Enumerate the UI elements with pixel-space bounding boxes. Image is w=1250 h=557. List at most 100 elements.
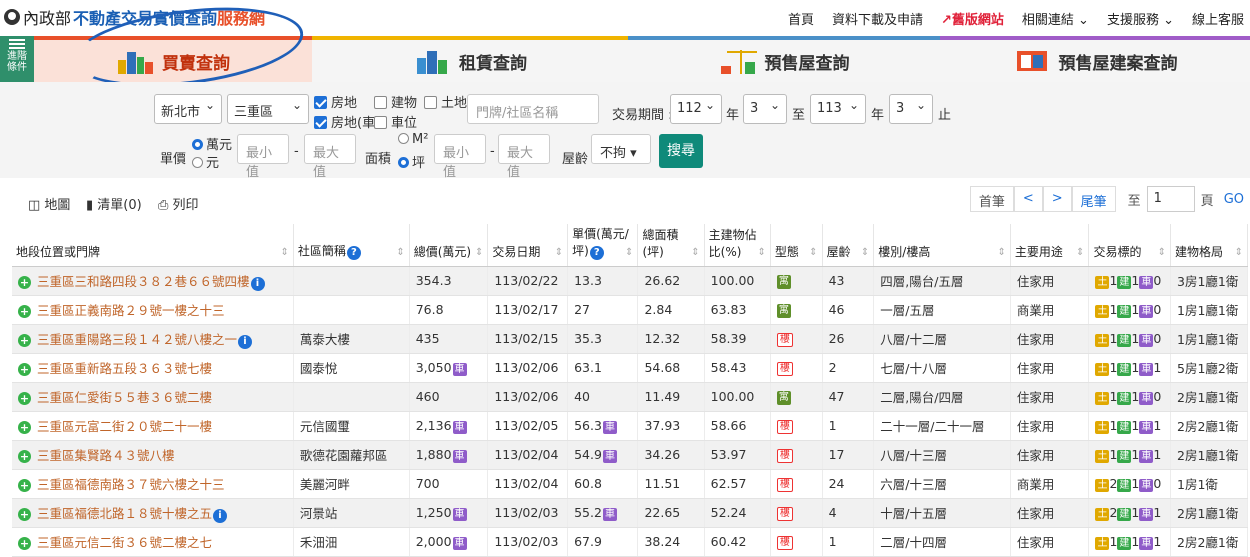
column-header[interactable]: 交易日期 ⇕ <box>487 224 569 267</box>
nav-download[interactable]: 資料下載及申請 <box>832 9 923 28</box>
sort-icon[interactable]: ⇕ <box>625 247 633 258</box>
info-icon[interactable]: i <box>213 508 228 523</box>
chk-parking[interactable]: 車位 <box>374 112 417 131</box>
column-header[interactable]: 屋齡 ⇕ <box>822 224 875 267</box>
chk-house-car[interactable]: 房地(車) <box>314 112 380 131</box>
expand-icon[interactable]: + <box>18 305 31 318</box>
radio-wan[interactable]: 萬元 <box>192 134 232 153</box>
table-row[interactable]: + 三重區元富二街２０號二十一樓 元信國璽 2,136 車 113/02/05 56.3 車 3… <box>12 411 1248 441</box>
sort-icon[interactable]: ⇕ <box>475 247 483 258</box>
table-row[interactable]: + 三重區集賢路４３號八樓 歌德花園蘿邦區 1,880 車 113/02/04 54.9 車 3… <box>12 440 1248 470</box>
price-max-input[interactable]: 最大值 <box>304 134 356 180</box>
sort-icon[interactable]: ⇕ <box>691 247 699 258</box>
expand-icon[interactable]: + <box>18 450 31 463</box>
address-input[interactable]: 門牌/社區名稱 <box>467 94 599 124</box>
sort-icon[interactable]: ⇕ <box>757 247 765 258</box>
column-header[interactable]: 總價(萬元) ⇕ <box>409 224 489 267</box>
expand-icon[interactable]: + <box>18 507 31 521</box>
first-page-button[interactable]: 首筆 <box>969 186 1014 212</box>
help-icon[interactable]: ? <box>346 245 361 260</box>
column-header[interactable]: 交易標的 ⇕ <box>1088 224 1172 267</box>
chk-land[interactable]: 土地 <box>424 92 467 111</box>
search-button[interactable]: 搜尋 <box>659 134 703 168</box>
nav-old-site[interactable]: ↗舊版網站 <box>941 9 1004 28</box>
print-button[interactable]: ⎙ 列印 <box>158 194 199 213</box>
expand-icon[interactable]: + <box>18 537 31 550</box>
address-text[interactable]: 三重區福德南路３７號六樓之十三 <box>37 477 225 492</box>
sort-icon[interactable]: ⇕ <box>997 247 1005 258</box>
tab-presale[interactable]: 預售屋查詢 <box>628 36 940 82</box>
radio-m2[interactable]: M² <box>398 132 428 147</box>
tab-rent[interactable]: 租賃查詢 <box>312 36 628 82</box>
expand-icon[interactable]: + <box>18 275 31 289</box>
nav-support[interactable]: 支援服務 ⌄ <box>1107 9 1174 28</box>
area-min-input[interactable]: 最小值 <box>434 134 486 180</box>
address-cell[interactable]: + 三重區福德北路１８號十樓之五 i <box>12 498 294 528</box>
address-cell[interactable]: + 三重區三和路四段３８２巷６６號四樓 i <box>12 266 294 296</box>
address-text[interactable]: 三重區三和路四段３８２巷６６號四樓 <box>37 274 250 289</box>
table-row[interactable]: + 三重區正義南路２９號一樓之十三 76.8 113/02/17 27 2.84 63.83… <box>12 295 1248 325</box>
sort-icon[interactable]: ⇕ <box>1158 247 1166 258</box>
page-input[interactable]: 1 <box>1146 186 1195 212</box>
address-cell[interactable]: + 三重區元富二街２０號二十一樓 <box>12 411 294 441</box>
expand-icon[interactable]: + <box>18 333 31 347</box>
district-select[interactable]: 三重區 <box>227 94 309 124</box>
city-select[interactable]: 新北市 <box>154 94 222 124</box>
address-cell[interactable]: + 三重區重陽路三段１４２號八樓之一 i <box>12 324 294 354</box>
chk-building[interactable]: 建物 <box>374 92 417 111</box>
column-header[interactable]: 主要用途 ⇕ <box>1010 224 1090 267</box>
advanced-filter-toggle[interactable]: 進階 條件 <box>0 36 34 82</box>
expand-icon[interactable]: + <box>18 392 31 405</box>
month-to-select[interactable]: 3 <box>889 94 933 124</box>
info-icon[interactable]: i <box>238 334 253 349</box>
nav-links[interactable]: 相關連結 ⌄ <box>1022 9 1089 28</box>
age-select[interactable]: 不拘 ▾ <box>591 134 651 164</box>
column-header[interactable]: 單價(萬元/坪)? ⇕ <box>567 224 639 267</box>
expand-icon[interactable]: + <box>18 363 31 376</box>
sort-icon[interactable]: ⇕ <box>1076 247 1084 258</box>
table-row[interactable]: + 三重區三和路四段３８２巷６６號四樓 i 354.3 113/02/22 13.3 26.… <box>12 266 1248 296</box>
table-row[interactable]: + 三重區福德北路１８號十樓之五 i 河景站 1,250 車 113/02/03 55.2 車 2… <box>12 498 1248 528</box>
address-cell[interactable]: + 三重區仁愛街５５巷３６號二樓 <box>12 382 294 412</box>
expand-icon[interactable]: + <box>18 479 31 492</box>
tab-presale-project[interactable]: 預售屋建案查詢 <box>940 36 1250 82</box>
year-from-select[interactable]: 112 <box>670 94 722 124</box>
help-icon[interactable]: ? <box>589 245 604 260</box>
address-text[interactable]: 三重區正義南路２９號一樓之十三 <box>37 303 225 318</box>
address-cell[interactable]: + 三重區福德南路３７號六樓之十三 <box>12 469 294 499</box>
address-text[interactable]: 三重區仁愛街５５巷３６號二樓 <box>37 390 212 405</box>
price-min-input[interactable]: 最小值 <box>237 134 289 180</box>
column-header[interactable]: 地段位置或門牌 ⇕ <box>12 224 294 267</box>
table-row[interactable]: + 三重區福德南路３７號六樓之十三 美麗河畔 700 113/02/04 60.8 11.5… <box>12 469 1248 499</box>
go-button[interactable]: GO <box>1224 192 1244 207</box>
table-row[interactable]: + 三重區仁愛街５５巷３６號二樓 460 113/02/06 40 11.49 100.00… <box>12 382 1248 412</box>
expand-icon[interactable]: + <box>18 421 31 434</box>
column-header[interactable]: 建物格局 ⇕ <box>1170 224 1248 267</box>
sort-icon[interactable]: ⇕ <box>809 247 817 258</box>
table-row[interactable]: + 三重區元信二街３６號二樓之七 禾沺沺 2,000 車 113/02/03 67.9 38.… <box>12 527 1248 557</box>
column-header[interactable]: 總面積(坪) ⇕ <box>637 224 705 267</box>
sort-icon[interactable]: ⇕ <box>861 247 869 258</box>
chk-land-house[interactable]: 房地 <box>314 92 357 111</box>
address-text[interactable]: 三重區重新路五段３６３號七樓 <box>37 361 212 376</box>
column-header[interactable]: 主建物佔比(%) ⇕ <box>704 224 771 267</box>
nav-customer-service[interactable]: 線上客服 <box>1192 9 1244 28</box>
month-from-select[interactable]: 3 <box>743 94 787 124</box>
sort-icon[interactable]: ⇕ <box>396 247 404 258</box>
address-text[interactable]: 三重區元信二街３６號二樓之七 <box>37 535 212 550</box>
last-page-button[interactable]: 尾筆 <box>1071 186 1116 212</box>
address-cell[interactable]: + 三重區重新路五段３６３號七樓 <box>12 353 294 383</box>
year-to-select[interactable]: 113 <box>810 94 866 124</box>
address-text[interactable]: 三重區集賢路４３號八樓 <box>37 448 175 463</box>
map-button[interactable]: ◫ 地圖 <box>28 194 70 213</box>
radio-yuan[interactable]: 元 <box>192 152 219 171</box>
address-cell[interactable]: + 三重區元信二街３６號二樓之七 <box>12 527 294 557</box>
sort-icon[interactable]: ⇕ <box>1235 247 1243 258</box>
address-cell[interactable]: + 三重區正義南路２９號一樓之十三 <box>12 295 294 325</box>
table-row[interactable]: + 三重區重陽路三段１４２號八樓之一 i 萬泰大樓 435 113/02/15 35.3 12… <box>12 324 1248 354</box>
table-row[interactable]: + 三重區重新路五段３６３號七樓 國泰悅 3,050 車 113/02/06 63.1 54.… <box>12 353 1248 383</box>
info-icon[interactable]: i <box>250 276 265 291</box>
column-header[interactable]: 型態 ⇕ <box>770 224 823 267</box>
next-page-button[interactable]: > <box>1042 186 1072 212</box>
sort-icon[interactable]: ⇕ <box>555 247 563 258</box>
